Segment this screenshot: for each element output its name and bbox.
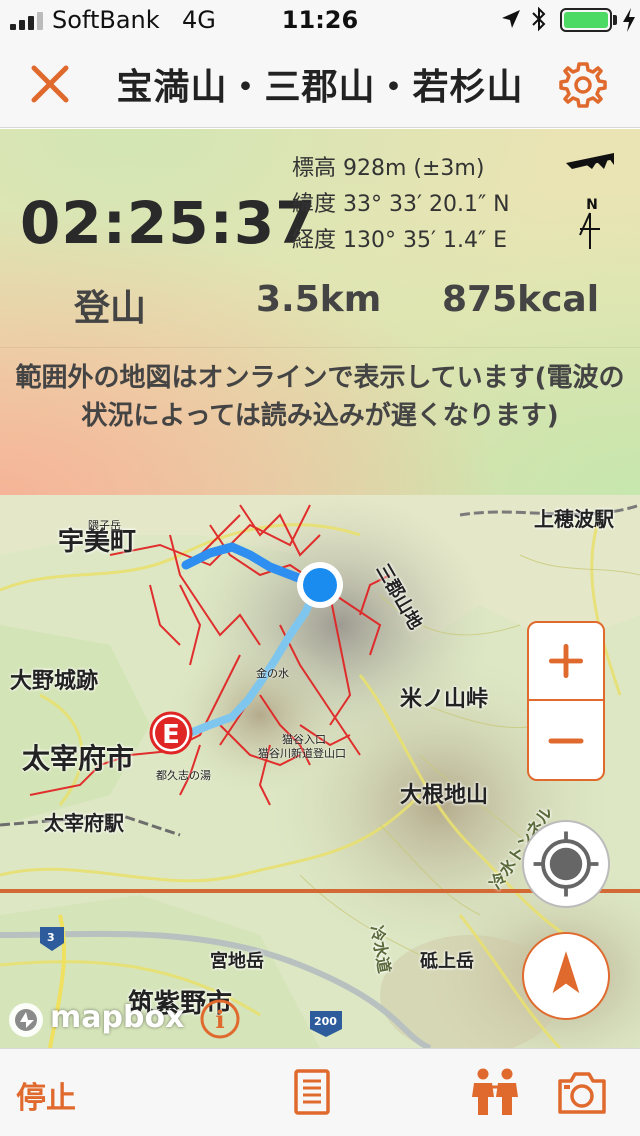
battery-icon: [560, 8, 612, 32]
page-title: 宝満山・三郡山・若杉山: [116, 67, 524, 108]
info-icon[interactable]: i: [198, 997, 242, 1041]
zoom-control: [527, 621, 605, 781]
camera-icon[interactable]: [556, 1071, 608, 1115]
map-label-kuwashi-no-yu: 都久志の湯: [156, 769, 211, 782]
locate-icon[interactable]: [522, 820, 610, 908]
coordinates-block: 標高 928m (±3m) 緯度 33° 33′ 20.1″ N 経度 130°…: [292, 151, 510, 259]
longitude: 経度 130° 35′ 1.4″ E: [292, 228, 508, 253]
gear-icon[interactable]: [558, 60, 608, 110]
stats-row: 登山 3.5km 875kcal: [0, 279, 640, 329]
map-label-dazaifu-station: 太宰府駅: [44, 811, 124, 835]
map-label-nekoya: 猫谷川新道登山口: [258, 747, 346, 760]
mapbox-logo-icon: [9, 1003, 43, 1037]
map-label-kin-no-mizu: 金の水: [256, 667, 289, 680]
map-view[interactable]: E 宇美町 隈子岳 上穂波駅 大野城跡 太宰府市 太宰府駅 米ノ山峠 大根地山 …: [0, 495, 640, 1048]
latitude: 緯度 33° 33′ 20.1″ N: [292, 192, 510, 217]
map-label-kamihonami: 上穂波駅: [534, 507, 614, 531]
route-shield-200-label: 200: [314, 1015, 337, 1028]
bluetooth-icon: [532, 6, 546, 32]
bottom-toolbar: 停止: [0, 1048, 640, 1136]
stop-button[interactable]: 停止: [16, 1073, 76, 1117]
zoom-out-button[interactable]: [529, 701, 603, 779]
activity-mode: 登山: [74, 288, 147, 329]
map-label-komenoyama: 米ノ山峠: [400, 687, 489, 712]
tracking-info-panel: 02:25:37 標高 928m (±3m) 緯度 33° 33′ 20.1″ …: [0, 129, 640, 495]
map-label-onojo-ruins: 大野城跡: [10, 669, 99, 694]
map-label-onebuyama: 大根地山: [400, 783, 489, 808]
location-arrow-icon: [502, 10, 520, 28]
elapsed-time: 02:25:37: [20, 189, 317, 257]
people-icon[interactable]: [470, 1067, 520, 1117]
map-label-sode: 砥上岳: [420, 951, 474, 972]
compass-icon: N: [566, 153, 614, 249]
compass-north-label: N: [586, 197, 598, 213]
navigation-bar: 宝満山・三郡山・若杉山: [0, 40, 640, 128]
start-marker-label: E: [162, 720, 180, 750]
log-icon[interactable]: [294, 1069, 330, 1115]
close-icon[interactable]: [28, 62, 72, 106]
offline-map-notice: 範囲外の地図はオンラインで表示しています(電波の状況によっては読み込みが遅くなり…: [15, 363, 625, 431]
mapbox-attribution[interactable]: mapbox: [50, 1000, 184, 1035]
charging-icon: [623, 8, 635, 32]
map-label-dazaifu-city: 太宰府市: [22, 742, 135, 775]
north-arrow-icon[interactable]: [522, 932, 610, 1020]
info-symbol: i: [215, 1005, 224, 1034]
map-label-miyajidake: 宮地岳: [210, 951, 264, 972]
map-label-kubote: 隈子岳: [88, 519, 121, 532]
altitude: 標高 928m (±3m): [292, 156, 485, 181]
zoom-in-button[interactable]: [529, 623, 603, 701]
route-shield-3-label: 3: [47, 931, 55, 944]
calories-value: 875kcal: [442, 279, 600, 320]
status-bar: SoftBank 4G 11:26: [0, 0, 640, 40]
distance-value: 3.5km: [256, 279, 382, 320]
